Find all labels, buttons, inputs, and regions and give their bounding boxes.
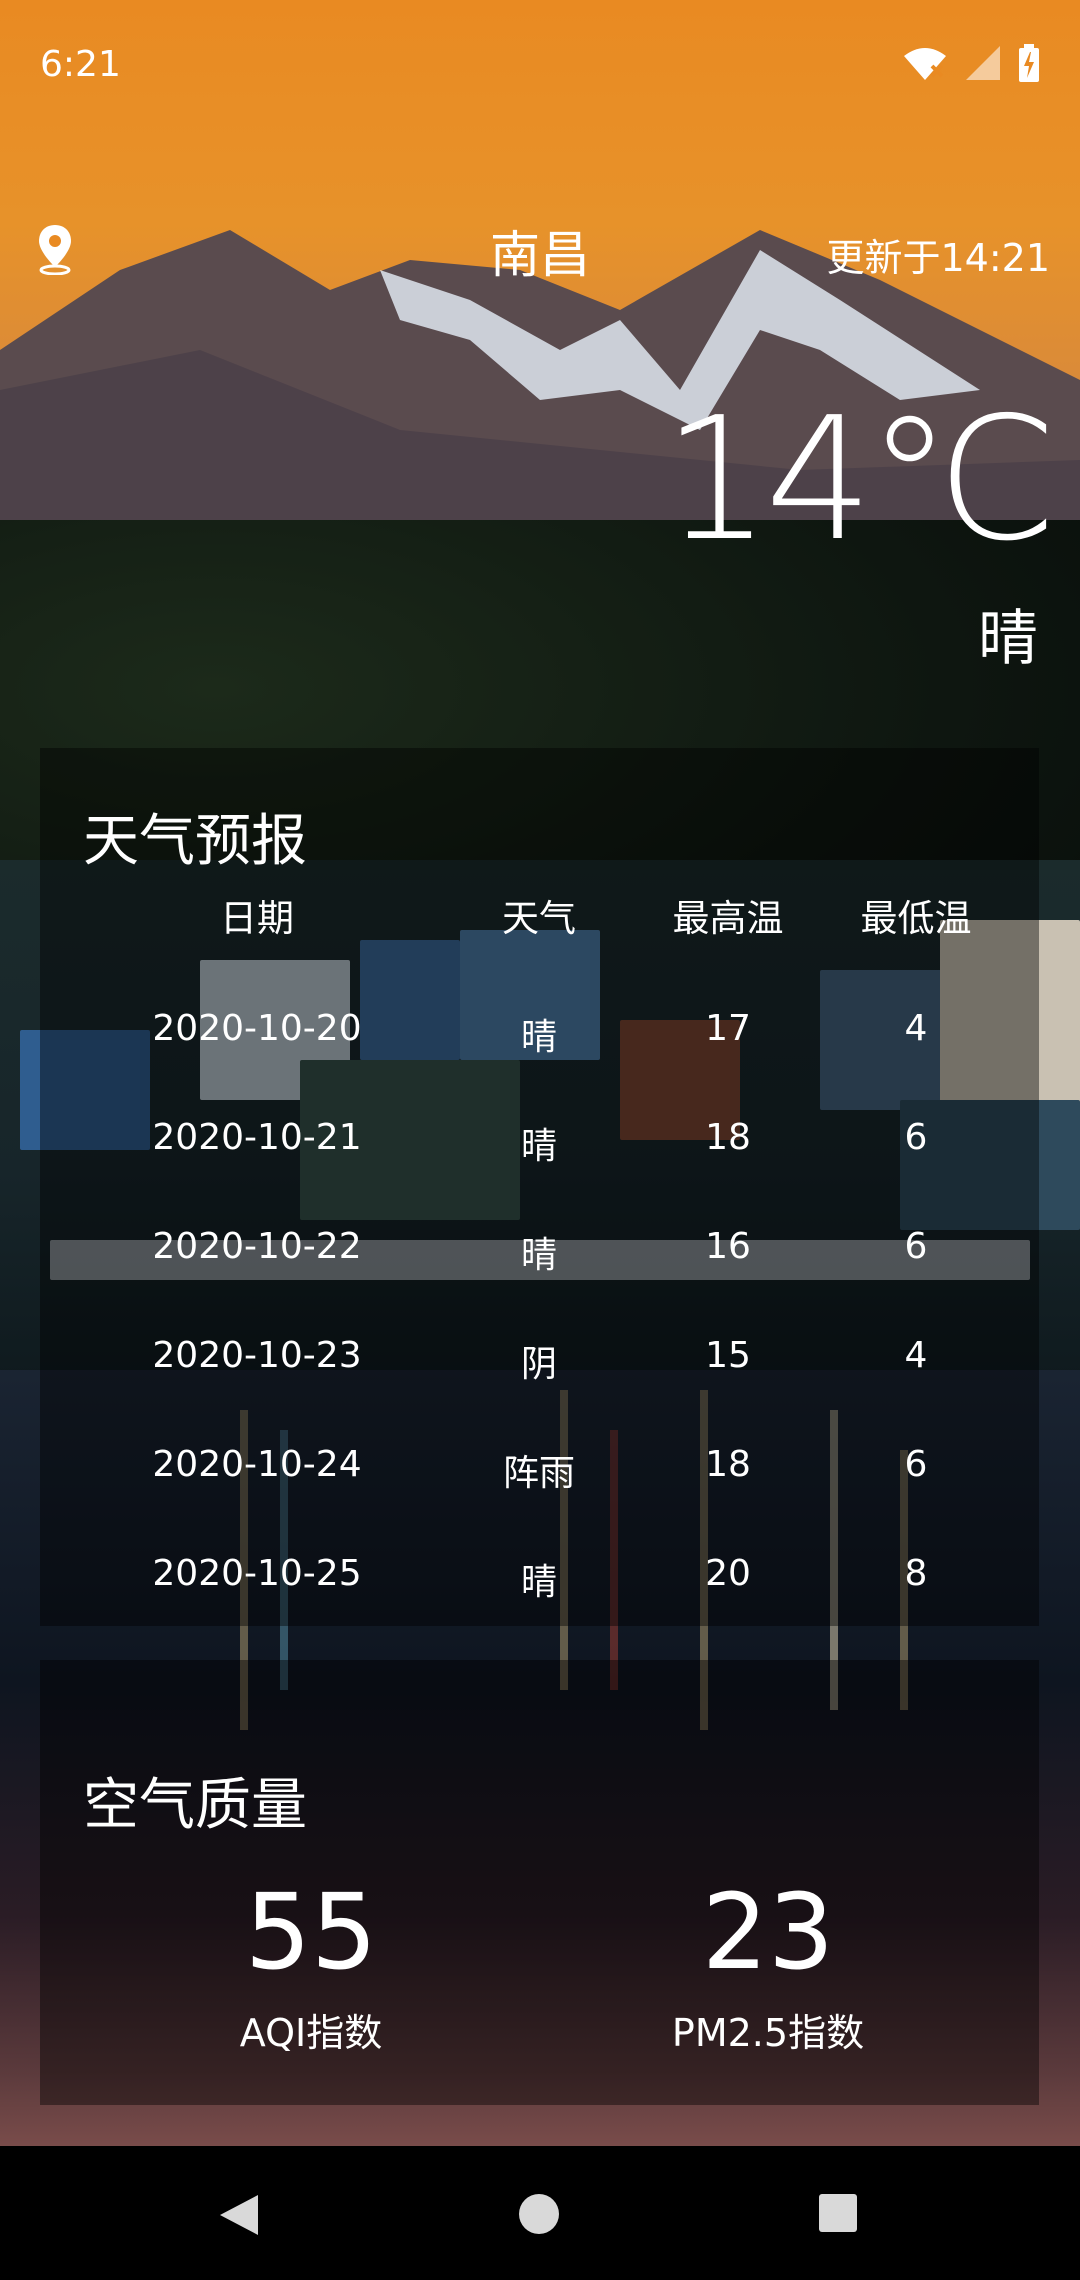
- row-weather: 晴: [520, 1017, 558, 1058]
- wifi-off-icon: [904, 48, 946, 80]
- row-date: 2020-10-22: [152, 1226, 362, 1267]
- recents-square-icon[interactable]: [818, 2193, 858, 2233]
- current-temperature: 14℃: [662, 381, 1058, 579]
- table-row: 2020-10-25 晴 20 8: [40, 1533, 1039, 1642]
- battery-charging-icon: [1019, 44, 1039, 82]
- row-low: 4: [904, 1008, 928, 1049]
- pm25-value: 23: [701, 1871, 835, 1993]
- aqi-metric: 55 AQI指数: [240, 1880, 382, 2057]
- table-header: 日期 天气 最高温 最低温: [40, 888, 1039, 988]
- row-high: 15: [705, 1335, 751, 1376]
- table-row: 2020-10-24 阵雨 18 6: [40, 1424, 1039, 1533]
- table-row: 2020-10-23 阴 15 4: [40, 1315, 1039, 1424]
- table-row: 2020-10-22 晴 16 6: [40, 1206, 1039, 1315]
- aqi-value: 55: [244, 1871, 378, 1993]
- forecast-panel: 天气预报 日期 天气 最高温 最低温 2020-10-20 晴 17 4 202…: [40, 748, 1039, 1626]
- row-date: 2020-10-25: [152, 1553, 362, 1594]
- signal-icon: [966, 46, 1000, 80]
- row-high: 16: [705, 1226, 751, 1267]
- row-date: 2020-10-20: [152, 1008, 362, 1049]
- row-low: 4: [904, 1335, 928, 1376]
- air-quality-panel: 空气质量 55 AQI指数 23 PM2.5指数: [40, 1660, 1039, 2105]
- column-header-high: 最高温: [672, 897, 784, 940]
- row-weather: 阵雨: [502, 1453, 576, 1494]
- row-weather: 晴: [520, 1235, 558, 1276]
- status-time: 6:21: [40, 44, 121, 85]
- row-low: 6: [904, 1117, 928, 1158]
- row-high: 18: [705, 1444, 751, 1485]
- navigation-bar: [0, 2146, 1080, 2280]
- status-bar: 6:21: [0, 0, 1080, 136]
- row-date: 2020-10-23: [152, 1335, 362, 1376]
- aqi-label: AQI指数: [239, 2011, 383, 2055]
- column-header-weather: 天气: [502, 897, 576, 940]
- row-date: 2020-10-21: [152, 1117, 362, 1158]
- column-header-date: 日期: [220, 897, 294, 940]
- back-triangle-icon[interactable]: [218, 2193, 260, 2237]
- column-header-low: 最低温: [860, 897, 972, 940]
- row-low: 6: [904, 1226, 928, 1267]
- air-quality-title: 空气质量: [83, 1773, 307, 1838]
- row-weather: 阴: [520, 1344, 558, 1385]
- pm25-metric: 23 PM2.5指数: [672, 1880, 864, 2057]
- pm25-label: PM2.5指数: [671, 2011, 865, 2055]
- row-date: 2020-10-24: [152, 1444, 362, 1485]
- home-circle-icon[interactable]: [518, 2193, 560, 2235]
- row-low: 6: [904, 1444, 928, 1485]
- row-high: 17: [705, 1008, 751, 1049]
- row-weather: 晴: [520, 1126, 558, 1167]
- row-low: 8: [904, 1553, 928, 1594]
- current-weather: 晴: [978, 604, 1038, 674]
- table-row: 2020-10-21 晴 18 6: [40, 1097, 1039, 1206]
- row-high: 20: [705, 1553, 751, 1594]
- header: 南昌 更新于14:21: [0, 215, 1080, 285]
- table-row: 2020-10-20 晴 17 4: [40, 988, 1039, 1097]
- update-time: 更新于14:21: [826, 236, 1050, 280]
- forecast-title: 天气预报: [83, 809, 307, 874]
- forecast-table: 日期 天气 最高温 最低温 2020-10-20 晴 17 4 2020-10-…: [40, 888, 1039, 1642]
- row-weather: 晴: [520, 1562, 558, 1603]
- row-high: 18: [705, 1117, 751, 1158]
